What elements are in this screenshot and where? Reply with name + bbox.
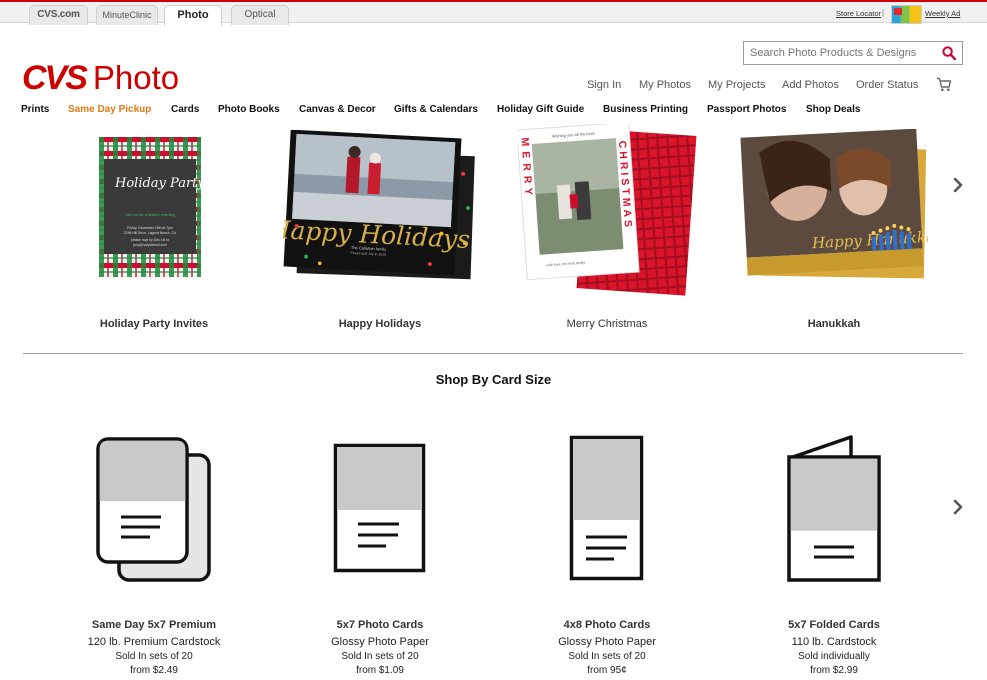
logo-brand: CVS [22,58,88,97]
utility-separator: | [882,8,885,17]
card-size-name: 5x7 Photo Cards [336,619,424,631]
card-size-price: from $1.09 [356,665,404,676]
invite-detail-2: 2296 Hill Drive, Laguna Beach, CA [124,231,177,235]
hanukkah-caption[interactable]: Hanukkah [734,318,934,330]
nav-cards[interactable]: Cards [171,104,199,115]
section-divider [23,353,963,354]
invite-detail-4: jocy@hollydemail.com [132,243,167,247]
chevron-right-icon[interactable] [951,176,965,194]
invite-green-line: Join us for a festive evening [125,212,175,217]
happy-holidays-card-image[interactable]: Happy Holidays The Callahan family Peace… [283,130,477,282]
nav-gifts-calendars[interactable]: Gifts & Calendars [394,104,478,115]
card-size-paper: 120 lb. Premium Cardstock [87,636,221,648]
logo-product: Photo [92,59,180,96]
card-size-sets: Sold In sets of 20 [115,651,193,662]
tab-optical[interactable]: Optical [231,5,289,25]
card-size-option[interactable]: 4x8 Photo Cards Glossy Photo Paper Sold … [497,619,717,676]
card-size-price: from $2.49 [130,665,178,676]
weekly-ad-link[interactable]: Weekly Ad [925,9,960,18]
merry-christmas-card-image[interactable]: Wishing you all the best. with love, the… [518,124,698,296]
card-size-option[interactable]: 5x7 Photo Cards Glossy Photo Paper Sold … [270,619,490,676]
card-size-name: Same Day 5x7 Premium [91,619,217,631]
add-photos-link[interactable]: Add Photos [782,79,839,91]
store-locator-link[interactable]: Store Locator [836,9,881,18]
holiday-party-invites-caption[interactable]: Holiday Party Invites [54,318,254,330]
card-size-name: 4x8 Photo Cards [563,619,651,631]
card-size-option[interactable]: Same Day 5x7 Premium 120 lb. Premium Car… [44,619,264,676]
chevron-right-icon[interactable] [951,498,965,516]
tab-cvs-com[interactable]: CVS.com [29,5,88,25]
nav-holiday-gift-guide[interactable]: Holiday Gift Guide [497,104,584,115]
nav-business-printing[interactable]: Business Printing [603,104,688,115]
search-input[interactable] [744,42,932,64]
search-box [743,41,963,65]
card-size-option[interactable]: 5x7 Folded Cards 110 lb. Cardstock Sold … [724,619,944,676]
four-by-eight-card-icon[interactable] [568,434,646,582]
cvs-photo-logo[interactable]: CVS Photo [22,58,180,97]
invite-detail-1: Friday, December 15th at 7pm [127,226,173,230]
my-projects-link[interactable]: My Projects [708,79,765,91]
card-size-sets: Sold individually [798,651,870,662]
hanukkah-card-image[interactable]: Happy Hanukkah [740,129,928,279]
happy-holidays-caption[interactable]: Happy Holidays [280,318,480,330]
nav-shop-deals[interactable]: Shop Deals [806,104,860,115]
search-icon[interactable] [942,46,956,60]
five-by-seven-card-icon[interactable] [332,442,428,574]
invite-detail-3: please rsvp by Dec 1st to [131,238,169,242]
tab-photo[interactable]: Photo [164,5,222,26]
nav-same-day-pickup[interactable]: Same Day Pickup [68,104,151,115]
card-size-paper: 110 lb. Cardstock [791,636,877,648]
folded-card-icon[interactable] [785,433,883,585]
card-size-paper: Glossy Photo Paper [558,636,656,648]
nav-photo-books[interactable]: Photo Books [218,104,280,115]
site-tab-bar: CVS.com MinuteClinic Photo Optical Store… [0,0,987,26]
card-size-name: 5x7 Folded Cards [788,619,880,631]
card-size-sets: Sold In sets of 20 [341,651,419,662]
tab-minuteclinic[interactable]: MinuteClinic [96,5,158,25]
card-size-paper: Glossy Photo Paper [331,636,429,648]
order-status-link[interactable]: Order Status [856,79,918,91]
nav-prints[interactable]: Prints [21,104,49,115]
invite-script-text: Holiday Party [114,176,201,191]
card-size-price: from 95¢ [587,665,627,676]
nav-canvas-decor[interactable]: Canvas & Decor [299,104,376,115]
holiday-party-invite-image[interactable]: Holiday Party Join us for a festive even… [99,137,201,277]
sign-in-link[interactable]: Sign In [587,79,621,91]
merry-christmas-caption[interactable]: Merry Christmas [507,318,707,330]
section-title: Shop By Card Size [435,372,552,387]
card-size-price: from $2.99 [810,665,858,676]
premium-stack-card-icon[interactable] [94,436,214,586]
nav-passport-photos[interactable]: Passport Photos [707,104,786,115]
my-photos-link[interactable]: My Photos [639,79,691,91]
card-size-sets: Sold In sets of 20 [568,651,646,662]
weekly-ad-thumbnail[interactable] [891,5,922,24]
cart-icon[interactable] [936,77,952,92]
